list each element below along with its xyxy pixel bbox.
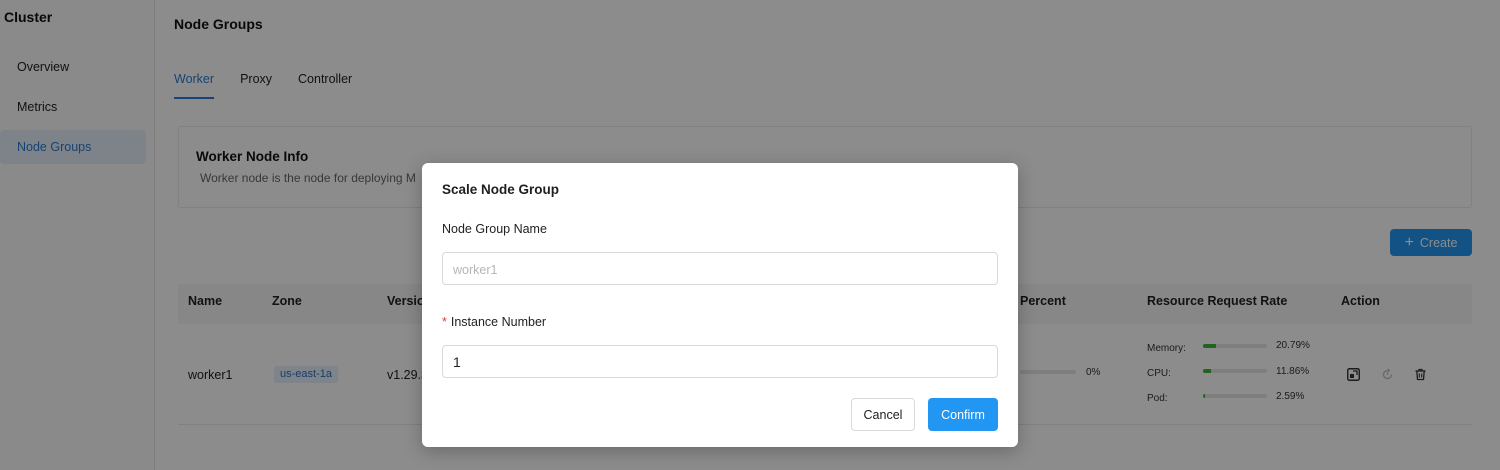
scale-node-group-dialog: Scale Node Group Node Group Name *Instan… [422,163,1018,447]
instance-number-label: * Instance Number [442,315,546,329]
required-marker: * [442,315,447,329]
cancel-button[interactable]: Cancel [851,398,915,431]
confirm-button[interactable]: Confirm [928,398,998,431]
node-group-name-label: Node Group Name [442,222,547,236]
instance-number-input[interactable] [442,345,998,378]
instance-number-label-text: Instance Number [450,315,547,329]
node-group-name-input[interactable] [442,252,998,285]
dialog-title: Scale Node Group [442,182,560,197]
